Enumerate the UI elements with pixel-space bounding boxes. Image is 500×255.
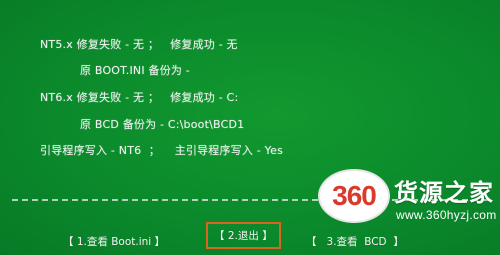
view-bcd-button[interactable]: 【 3.查看 BCD 】	[306, 234, 404, 249]
logo-number: 360	[332, 180, 377, 211]
nt5-status-line: NT5.x 修复失败 - 无 ； 修复成功 - 无	[40, 38, 238, 51]
logo-badge: 360	[318, 169, 390, 223]
view-bootini-button[interactable]: 【 1.查看 Boot.ini 】	[63, 234, 165, 249]
nt6-status-line: NT6.x 修复失败 - 无 ； 修复成功 - C:	[40, 91, 239, 104]
exit-button[interactable]: 【 2.退出 】	[206, 222, 281, 249]
logo-title: 货源之家	[394, 179, 494, 207]
bcd-backup-line: 原 BCD 备份为 - C:\boot\BCD1	[80, 118, 245, 131]
boot-repair-console: NT5.x 修复失败 - 无 ； 修复成功 - 无 原 BOOT.INI 备份为…	[0, 0, 500, 255]
logo-url: www.360hyzj.com	[396, 208, 497, 222]
bootini-backup-line: 原 BOOT.INI 备份为 -	[80, 64, 190, 77]
boot-writer-status-line: 引导程序写入 - NT6 ； 主引导程序写入 - Yes	[40, 144, 284, 157]
site-watermark-logo: 360 货源之家 www.360hyzj.com	[318, 167, 498, 233]
